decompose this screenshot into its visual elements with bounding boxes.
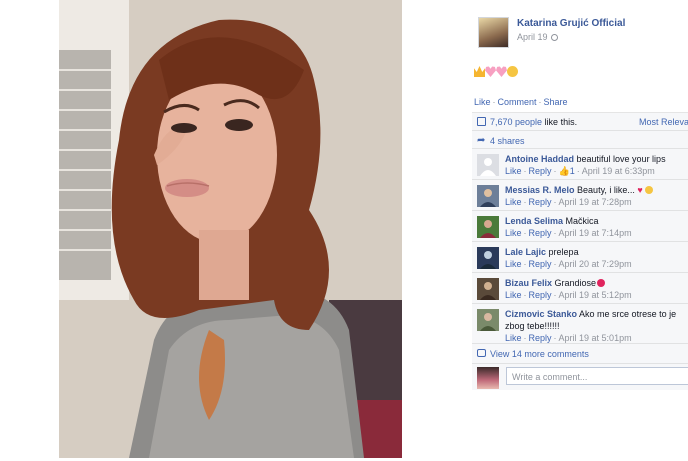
current-user-avatar	[477, 367, 499, 389]
comment-time[interactable]: April 19 at 5:12pm	[559, 290, 632, 300]
comment-button[interactable]: Comment	[498, 97, 537, 107]
comment-like-count[interactable]: 1	[570, 166, 575, 176]
no-entry-icon	[597, 279, 606, 287]
comment-reply-button[interactable]: Reply	[529, 166, 552, 176]
comment-text: Grandiose	[554, 278, 597, 288]
shares-link[interactable]: 4 shares	[490, 136, 525, 146]
comment-author[interactable]: Lale Lajic	[505, 247, 546, 257]
heart-emoji-icon	[496, 66, 507, 77]
comment-item: Cizmovic Stanko Ako me srce otrese to je…	[472, 304, 688, 344]
comment-time[interactable]: April 20 at 7:29pm	[559, 259, 632, 269]
feedback-section: 7,670 people like this. Most Relevant ➦ …	[472, 112, 688, 390]
thumbs-up-icon: 👍	[558, 166, 570, 176]
commenter-avatar[interactable]	[477, 278, 499, 300]
comment-like-button[interactable]: Like	[505, 228, 522, 238]
commenter-avatar[interactable]	[477, 185, 499, 207]
comment-text: Beauty, i like...	[577, 185, 635, 195]
comment-author[interactable]: Bizau Felix	[505, 278, 552, 288]
comment-item: Bizau Felix Grandiose Like · Reply · April 1…	[472, 273, 688, 304]
comment-item: Lale Lajic prelepa Like · Reply · April 20 a…	[472, 242, 688, 273]
comment-reply-button[interactable]: Reply	[529, 290, 552, 300]
commenter-avatar[interactable]	[477, 247, 499, 269]
separator: ·	[538, 97, 542, 107]
red-heart-icon: ♥	[637, 185, 643, 195]
comment-time[interactable]: April 19 at 7:28pm	[559, 197, 632, 207]
globe-icon	[550, 34, 558, 41]
comment-text: beautiful love your lips	[576, 154, 666, 164]
comment-text: prelepa	[548, 247, 579, 257]
comment-author[interactable]: Antoine Haddad	[505, 154, 574, 164]
selfie-image	[59, 0, 402, 458]
share-button[interactable]: Share	[544, 97, 568, 107]
view-more-comments-link[interactable]: View 14 more comments	[490, 349, 589, 359]
comment-author[interactable]: Messias R. Melo	[505, 185, 575, 195]
likes-count[interactable]: 7,670 people like this.	[490, 117, 577, 127]
post-caption-emojis	[474, 66, 518, 78]
post-header: Katarina Grujić Official April 19	[478, 15, 688, 55]
smile-emoji-icon	[507, 66, 518, 77]
post-photo[interactable]	[59, 0, 402, 458]
page-avatar[interactable]	[478, 17, 509, 48]
comment-author[interactable]: Lenda Selima	[505, 216, 563, 226]
comment-reply-button[interactable]: Reply	[529, 197, 552, 207]
comment-text: Mačkica	[565, 216, 599, 226]
comment-reply-button[interactable]: Reply	[529, 228, 552, 238]
comment-input[interactable]: Write a comment...	[506, 367, 688, 385]
comment-like-button[interactable]: Like	[505, 290, 522, 300]
like-button[interactable]: Like	[474, 97, 491, 107]
comment-like-button[interactable]: Like	[505, 259, 522, 269]
comment-author[interactable]: Cizmovic Stanko	[505, 309, 577, 319]
likes-suffix: like this.	[542, 117, 578, 127]
comment-like-button[interactable]: Like	[505, 166, 522, 176]
post-timestamp[interactable]: April 19	[517, 32, 558, 42]
commenter-avatar[interactable]	[477, 309, 499, 331]
post-date-text: April 19	[517, 32, 548, 42]
comment-like-button[interactable]: Like	[505, 197, 522, 207]
sort-comments-dropdown[interactable]: Most Relevant	[639, 117, 688, 127]
comment-like-button[interactable]: Like	[505, 333, 522, 343]
likes-summary: 7,670 people like this. Most Relevant	[472, 113, 688, 131]
comment-time[interactable]: April 19 at 7:14pm	[559, 228, 632, 238]
comment-time[interactable]: April 19 at 6:33pm	[582, 166, 655, 176]
crown-emoji-icon	[474, 66, 485, 77]
comment-item: Antoine Haddad beautiful love your lips …	[472, 149, 688, 180]
share-arrow-icon: ➦	[477, 135, 486, 146]
thumbs-up-icon	[477, 117, 486, 126]
smile-emoji-icon	[644, 186, 653, 194]
separator: ·	[492, 97, 496, 107]
heart-emoji-icon	[485, 66, 496, 77]
page-name-link[interactable]: Katarina Grujić Official	[517, 18, 625, 29]
comment-reply-button[interactable]: Reply	[529, 333, 552, 343]
commenter-avatar[interactable]	[477, 216, 499, 238]
comment-item: Lenda Selima Mačkica Like · Reply · April 19…	[472, 211, 688, 242]
shares-summary: ➦ 4 shares	[472, 131, 688, 149]
post-actions: Like · Comment · Share	[474, 97, 568, 107]
comment-reply-button[interactable]: Reply	[529, 259, 552, 269]
photo-viewer	[0, 0, 460, 461]
view-more-comments[interactable]: View 14 more comments	[472, 344, 688, 364]
comment-composer: Write a comment...	[472, 364, 688, 390]
likes-count-link[interactable]: 7,670 people	[490, 117, 542, 127]
comment-bubble-icon	[477, 349, 486, 357]
commenter-avatar[interactable]	[477, 154, 499, 176]
comment-time[interactable]: April 19 at 5:01pm	[559, 333, 632, 343]
comment-item: Messias R. Melo Beauty, i like... ♥ Like…	[472, 180, 688, 211]
